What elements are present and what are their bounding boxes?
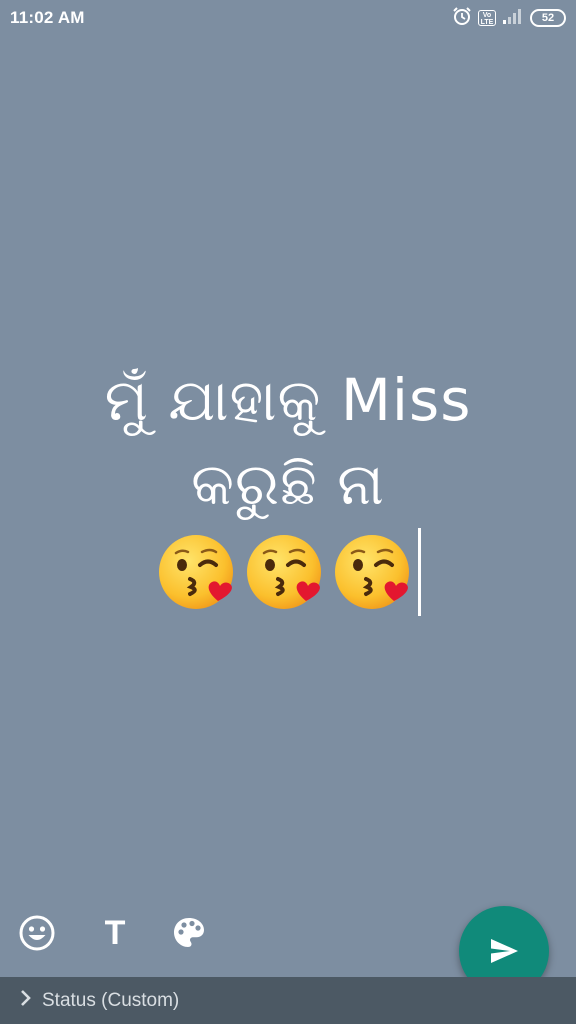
background-color-button[interactable] [166, 910, 212, 956]
send-icon [491, 939, 518, 963]
status-emoji-line [50, 526, 526, 616]
kiss-emoji-icon [332, 531, 414, 613]
alarm-icon [452, 6, 472, 31]
text-cursor [417, 527, 421, 616]
status-audience-label: Status (Custom) [42, 989, 180, 1011]
text-style-icon: T [104, 913, 126, 952]
emoji-button[interactable] [14, 910, 60, 956]
status-icons: Vo LTE 52 [452, 6, 566, 30]
chevron-right-icon [20, 989, 32, 1012]
status-text-input[interactable]: ମୁଁ ଯାହାକୁ Miss କରୁଛି ନା [50, 358, 526, 616]
status-composer-screen: 11:02 AM Vo LTE 52 ମୁଁ ଯାହାକୁ Miss କରୁଛି… [0, 0, 576, 1024]
text-style-button[interactable]: T [92, 910, 138, 956]
clock-time: 11:02 AM [10, 8, 85, 27]
kiss-emoji-icon [244, 531, 326, 613]
kiss-emoji-icon [156, 531, 238, 613]
emoji-row [156, 530, 414, 614]
status-text-line-2: କରୁଛି ନା [191, 450, 385, 518]
palette-icon [174, 918, 204, 947]
signal-icon [502, 8, 524, 29]
smiley-icon [19, 915, 55, 951]
volte-icon: Vo LTE [478, 10, 496, 26]
status-bar: 11:02 AM Vo LTE 52 [0, 0, 576, 36]
battery-icon: 52 [530, 9, 566, 27]
status-text-line-1: ମୁଁ ଯାହାକୁ Miss [104, 366, 472, 434]
status-audience-bar[interactable]: Status (Custom) [0, 977, 576, 1024]
